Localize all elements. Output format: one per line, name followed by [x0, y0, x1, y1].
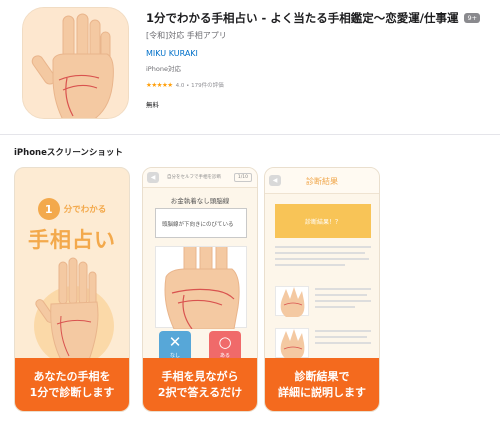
- app-header: 1分でわかる手相占い - よく当たる手相鑑定～恋愛運/仕事運 9+ [令和]対応…: [146, 10, 486, 109]
- text-line: [275, 258, 369, 260]
- close-icon: ✕: [168, 333, 182, 351]
- text-line: [315, 288, 371, 290]
- circle-icon: ○: [218, 333, 232, 351]
- palm-hand-icon: [23, 8, 128, 118]
- price-label: 無料: [146, 101, 159, 109]
- palm-thumbnail: [275, 328, 309, 359]
- banner-line-1: 診断結果で: [294, 369, 350, 383]
- screenshot-1[interactable]: 1 分でわかる 手相占い あなたの手相を 1分で診断します: [14, 167, 130, 412]
- palm-thumbnail: [275, 286, 309, 317]
- text-line: [275, 252, 365, 254]
- star-rating-icon: ★★★★★: [146, 81, 173, 89]
- screenshot-2[interactable]: ◀ 自分をセルフで手相を診断 1/10 お金執着なし頭脳線 頭脳線が下向きにのび…: [142, 167, 258, 412]
- result-title: 診断結果: [306, 177, 338, 186]
- title-row: 1分でわかる手相占い - よく当たる手相鑑定～恋愛運/仕事運 9+: [146, 10, 486, 26]
- palm-hand-icon: [34, 257, 114, 360]
- screenshots-section-title: iPhoneスクリーンショット: [14, 148, 123, 158]
- palm-hand-icon: [164, 234, 240, 330]
- palm-hand-icon: [280, 329, 305, 359]
- promo-subtitle: 分でわかる: [63, 205, 107, 215]
- palm-image: [155, 234, 247, 330]
- promo-banner: 診断結果で 詳細に説明します: [265, 358, 379, 411]
- promo-heading: 手相占い: [28, 228, 116, 252]
- rating-count: 4.0 • 179件の評価: [175, 83, 224, 89]
- text-line: [315, 342, 371, 344]
- banner-line-2: 1分で診断します: [29, 385, 115, 399]
- text-line: [315, 300, 371, 302]
- promo-title: 1 分でわかる 手相占い: [15, 198, 129, 254]
- question-counter: 1/10: [233, 173, 252, 182]
- banner-line-2: 詳細に説明します: [278, 385, 366, 399]
- back-arrow-icon: ◀: [147, 172, 159, 183]
- app-topbar: ◀ 診断結果: [265, 168, 379, 194]
- developer-link[interactable]: MIKU KURAKI: [146, 49, 198, 58]
- result-highlight-box: 診断結果！？: [275, 204, 371, 238]
- app-subtitle: [令和]対応 手相アプリ: [146, 31, 227, 40]
- result-box-text: 診断結果！？: [304, 219, 341, 226]
- text-line: [315, 330, 371, 332]
- question-title: お金執着なし頭脳線: [170, 197, 230, 205]
- palm-hand-icon: [280, 287, 305, 317]
- banner-line-1: 手相を見ながら: [161, 369, 239, 383]
- compatibility-text: iPhone対応: [146, 65, 181, 73]
- promo-banner: 手相を見ながら 2択で答えるだけ: [143, 358, 257, 411]
- question-text: 頭脳線が下向きにのびている: [162, 222, 234, 228]
- question-box: 頭脳線が下向きにのびている: [155, 208, 247, 238]
- text-line: [315, 336, 367, 338]
- rating-row: ★★★★★ 4.0 • 179件の評価: [146, 81, 486, 89]
- banner-line-2: 2択で答えるだけ: [157, 385, 243, 399]
- text-line: [315, 306, 355, 308]
- app-topbar: ◀ 自分をセルフで手相を診断 1/10: [143, 168, 257, 188]
- app-title: 1分でわかる手相占い - よく当たる手相鑑定～恋愛運/仕事運: [146, 11, 459, 25]
- text-line: [275, 246, 371, 248]
- promo-banner: あなたの手相を 1分で診断します: [15, 358, 129, 411]
- topbar-text: 自分をセルフで手相を診断: [167, 175, 221, 180]
- promo-number-badge: 1: [37, 198, 60, 220]
- section-divider: [0, 134, 500, 135]
- text-line: [275, 264, 345, 266]
- banner-line-1: あなたの手相を: [33, 369, 111, 383]
- age-rating-badge: 9+: [464, 13, 481, 23]
- app-icon: [22, 7, 129, 119]
- text-line: [315, 294, 367, 296]
- screenshot-3[interactable]: ◀ 診断結果 診断結果！？ 診断結果で 詳細に説明します: [264, 167, 380, 412]
